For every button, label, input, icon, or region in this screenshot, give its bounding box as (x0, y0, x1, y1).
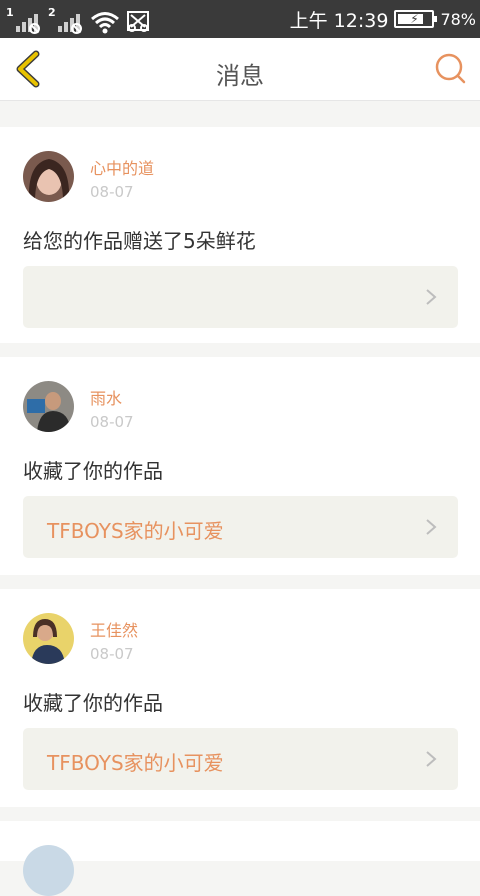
message-date: 08-07 (90, 183, 134, 201)
sender-name[interactable]: 雨水 (90, 385, 122, 409)
message-text: 给您的作品赠送了5朵鲜花 (23, 229, 256, 253)
message-item[interactable] (0, 821, 480, 896)
sender-name[interactable]: 王佳然 (90, 617, 138, 641)
user-avatar[interactable] (23, 151, 74, 202)
chevron-right-icon (426, 519, 437, 535)
sim1-signal-icon: 1 (6, 6, 42, 34)
message-item[interactable]: 王佳然 08-07 收藏了你的作品 TFBOYS家的小可爱 (0, 589, 480, 807)
message-item[interactable]: 心中的道 08-07 给您的作品赠送了5朵鲜花 (0, 127, 480, 343)
work-link[interactable]: TFBOYS家的小可爱 (23, 496, 458, 558)
work-link[interactable]: TFBOYS家的小可爱 (23, 728, 458, 790)
chevron-right-icon (426, 289, 437, 305)
work-title: TFBOYS家的小可爱 (47, 751, 224, 775)
battery-icon: ⚡ (394, 10, 438, 28)
page-title: 消息 (216, 62, 264, 90)
battery-percent: 78% (440, 9, 476, 29)
message-text: 收藏了你的作品 (23, 691, 163, 715)
clock: 上午 12:39 (289, 9, 389, 32)
work-link[interactable] (23, 266, 458, 328)
message-item[interactable]: 雨水 08-07 收藏了你的作品 TFBOYS家的小可爱 (0, 357, 480, 575)
status-bar: 1 2 上午 12:39 ⚡ 78% (0, 0, 480, 38)
sim2-signal-icon: 2 (48, 6, 84, 34)
search-icon[interactable] (434, 52, 466, 84)
user-avatar[interactable] (23, 613, 74, 664)
screenshot-tool-icon (127, 11, 149, 32)
message-text: 收藏了你的作品 (23, 459, 163, 483)
work-title: TFBOYS家的小可爱 (47, 519, 224, 543)
chevron-right-icon (426, 751, 437, 767)
sender-name[interactable]: 心中的道 (90, 155, 154, 179)
wifi-icon (91, 12, 119, 34)
message-date: 08-07 (90, 413, 134, 431)
nav-bar: 消息 (0, 38, 480, 101)
user-avatar[interactable] (23, 381, 74, 432)
message-date: 08-07 (90, 645, 134, 663)
user-avatar[interactable] (23, 845, 74, 896)
